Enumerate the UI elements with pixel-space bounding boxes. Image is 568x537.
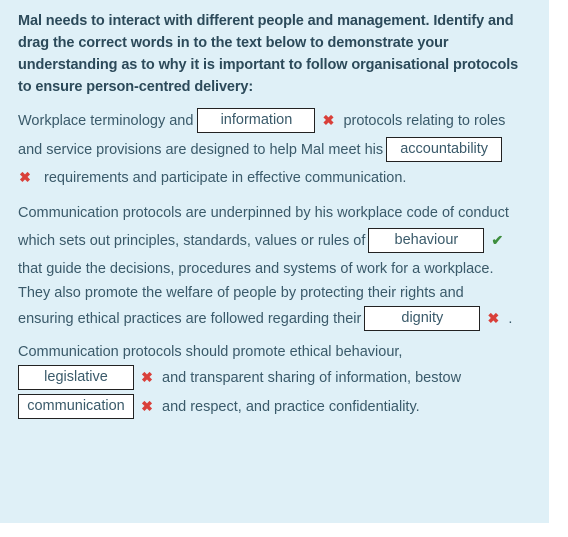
paragraph-1: Workplace terminology and information ✖ … — [18, 106, 531, 191]
text: and service provisions are designed to h… — [18, 141, 384, 158]
paragraph-3: Communication protocols should promote e… — [18, 341, 531, 421]
incorrect-icon: ✖ — [141, 369, 153, 385]
incorrect-icon: ✖ — [19, 169, 31, 185]
text: which sets out principles, standards, va… — [18, 232, 366, 249]
text: and respect, and practice confidentialit… — [162, 398, 420, 415]
text: that guide the decisions, procedures and… — [18, 260, 494, 277]
text: They also promote the welfare of people … — [18, 285, 464, 301]
incorrect-icon: ✖ — [487, 310, 500, 326]
text: requirements and participate in effectiv… — [44, 169, 407, 186]
drop-zone-4[interactable]: dignity — [364, 306, 481, 331]
drop-zone-2[interactable]: accountability — [386, 137, 503, 162]
drop-zone-1[interactable]: information — [197, 108, 316, 133]
question-prompt: Mal needs to interact with different peo… — [18, 13, 519, 95]
text: Workplace terminology and — [18, 112, 194, 129]
incorrect-icon: ✖ — [141, 398, 153, 414]
drop-zone-3[interactable]: behaviour — [368, 228, 485, 253]
incorrect-icon: ✖ — [322, 112, 335, 128]
text: protocols relating to roles — [343, 112, 506, 129]
drop-zone-6[interactable]: communication — [18, 394, 134, 419]
text: ensuring ethical practices are followed … — [18, 310, 362, 327]
paragraph-2: Communication protocols are underpinned … — [18, 199, 531, 333]
text: . — [508, 310, 513, 327]
correct-icon: ✔ — [491, 232, 504, 248]
question-panel: Mal needs to interact with different peo… — [0, 0, 549, 523]
drop-zone-5[interactable]: legislative — [18, 365, 134, 390]
text: Communication protocols should promote e… — [18, 344, 403, 360]
text: Communication protocols are underpinned … — [18, 204, 509, 221]
text: and transparent sharing of information, … — [162, 369, 462, 386]
